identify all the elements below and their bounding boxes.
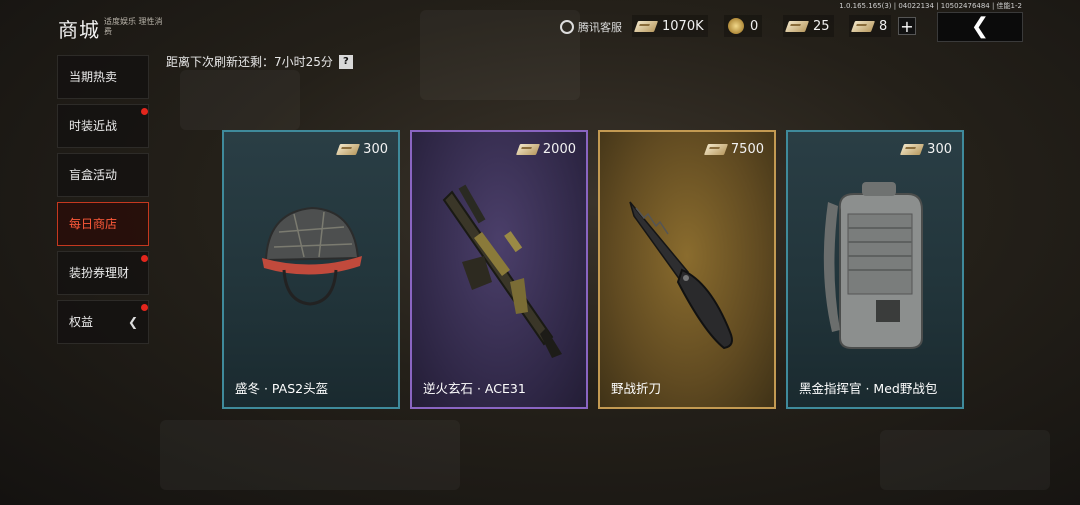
sidebar-item-label: 装扮券理财 [69,266,130,280]
sidebar-item-daily-shop[interactable]: 每日商店 [57,202,149,246]
page-title: 商城 [58,18,100,42]
sidebar-item-fashion-melee[interactable]: 时装近战 [57,104,149,148]
top-bar: 商城 适度娱乐 理性消费 1.0.165.165(3) | 04022134 |… [0,0,1080,52]
ticket-icon [900,144,925,155]
background-shelf [880,430,1050,490]
currency-value: 8 [879,18,888,34]
ticket-icon [515,144,540,155]
item-name: 黑金指挥官 · Med野战包 [799,381,938,396]
sidebar-item-label: 权益 [69,315,94,329]
rifle-icon [442,184,562,358]
refresh-timer: 距离下次刷新还剩：7小时25分 ? [166,53,353,70]
ticket-icon [633,20,659,32]
background-shelf [160,420,460,490]
sidebar-item-voucher-finance[interactable]: 装扮券理财 [57,251,149,295]
chevron-left-icon: ❮ [127,315,138,329]
item-price: 300 [900,142,952,157]
coin-icon [728,18,744,34]
help-button[interactable]: ? [338,54,353,69]
currency-value: 1070K [662,18,704,34]
ticket-stack-icon [850,20,876,32]
shop-sidebar: 当期热卖 时装近战 盲盒活动 每日商店 装扮券理财 权益 ❮ [57,55,149,349]
sidebar-item-label: 每日商店 [69,217,118,231]
version-info: 1.0.165.165(3) | 04022134 | 10502476484 … [839,2,1022,10]
notification-dot [141,304,148,311]
sidebar-item-blind-box[interactable]: 盲盒活动 [57,153,149,197]
currency-coin[interactable]: 0 [724,15,763,37]
currency-value: 0 [750,18,759,34]
sidebar-item-hot-sale[interactable]: 当期热卖 [57,55,149,99]
sidebar-item-label: 时装近战 [69,119,118,133]
customer-service-label: 腾讯客服 [578,21,622,34]
item-name: 逆火玄石 · ACE31 [423,381,526,396]
price-value: 300 [927,142,952,157]
item-price: 2000 [515,142,576,157]
item-price: 300 [336,142,388,157]
notification-dot [141,108,148,115]
add-currency-button[interactable]: + [898,17,916,35]
ticket-icon [336,144,361,155]
voucher-icon [784,20,810,32]
currency-ticket-stack[interactable]: 8 [849,15,892,37]
shop-item-card[interactable]: 7500 野战折刀 [598,130,776,409]
price-value: 300 [363,142,388,157]
currency-voucher[interactable]: 25 [783,15,834,37]
currency-ticket[interactable]: 1070K [632,15,708,37]
sidebar-item-benefits[interactable]: 权益 ❮ [57,300,149,344]
item-name: 盛冬 · PAS2头盔 [235,381,329,396]
knife-icon [629,201,733,350]
background-shelf [180,70,300,130]
helmet-icon [262,206,362,306]
health-notice: 适度娱乐 理性消费 [104,17,163,36]
item-name: 野战折刀 [611,381,662,396]
price-value: 7500 [730,142,764,157]
back-button[interactable]: ❮ [937,12,1023,42]
sidebar-item-label: 当期热卖 [69,70,118,84]
notification-dot [141,255,148,262]
backpack-icon [823,182,923,349]
shop-item-card[interactable]: 2000 逆火玄石 · ACE31 [410,130,588,409]
item-price: 7500 [703,142,764,157]
shop-item-card[interactable]: 300 盛冬 · PAS2头盔 [222,130,400,409]
headset-icon [560,20,574,34]
shop-item-card[interactable]: 300 黑金指挥官 · Med野战包 [786,130,964,409]
price-value: 2000 [542,142,576,157]
customer-service-button[interactable]: 腾讯客服 [560,18,622,36]
sidebar-item-label: 盲盒活动 [69,168,118,182]
currency-value: 25 [813,18,830,34]
ticket-icon [703,144,728,155]
refresh-label: 距离下次刷新还剩：7小时25分 [166,55,333,69]
